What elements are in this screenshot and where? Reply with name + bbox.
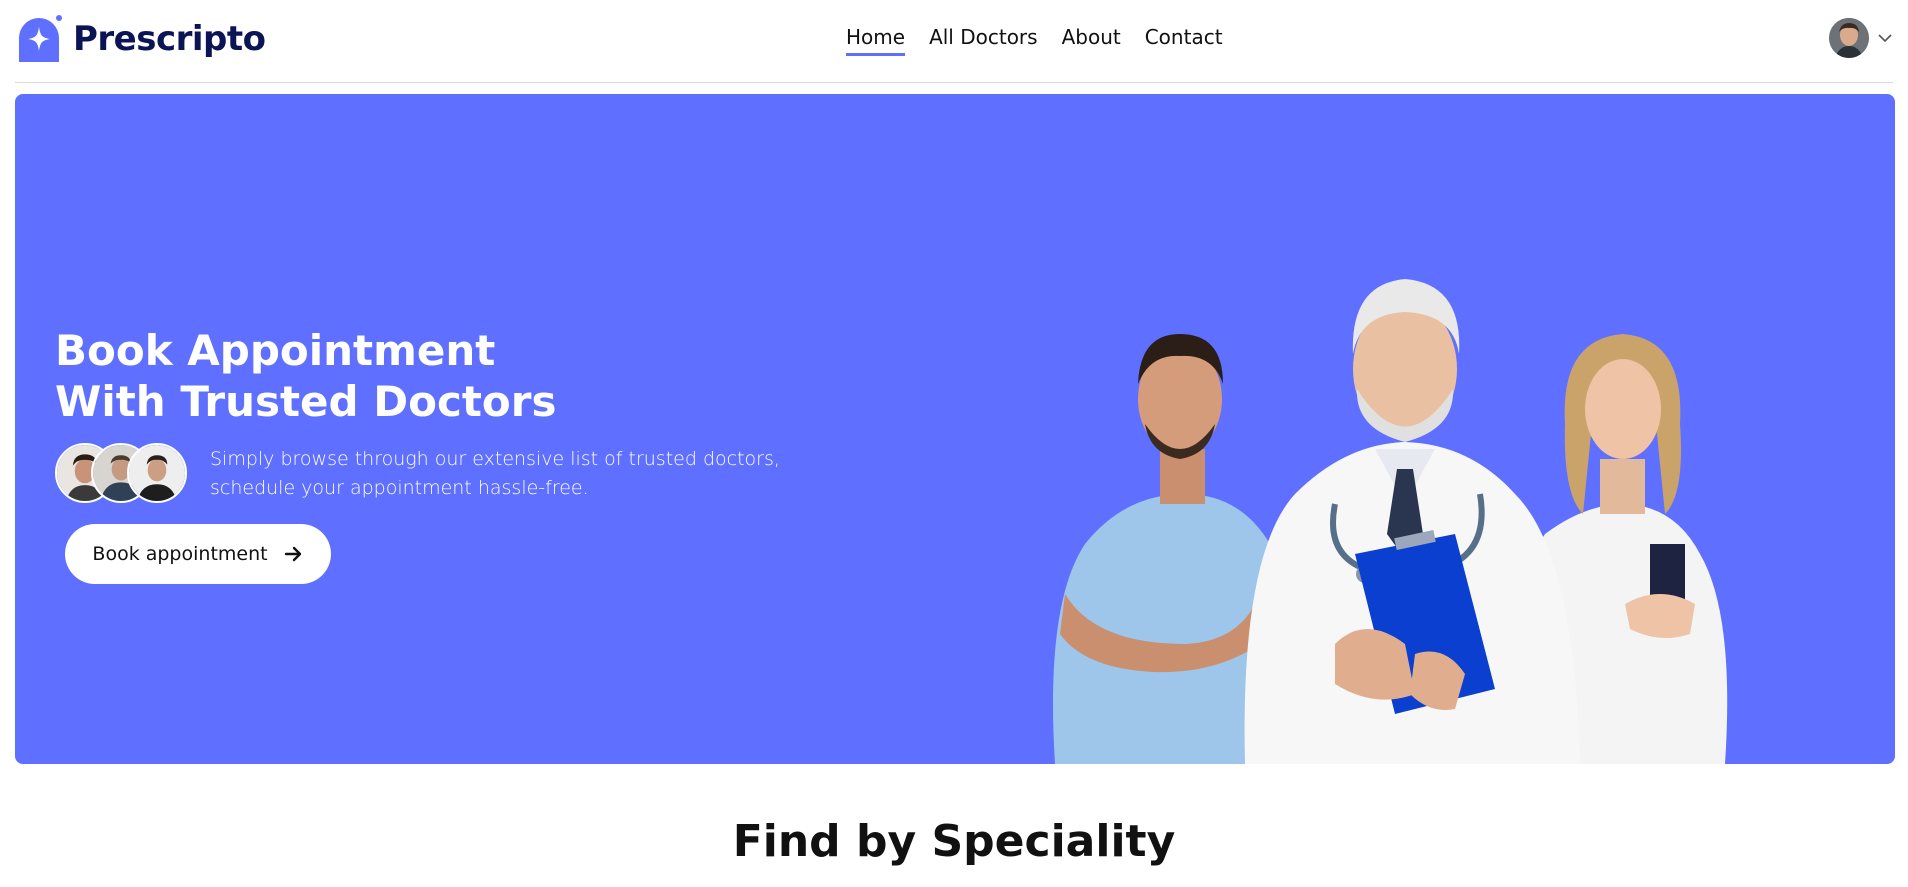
book-appointment-label: Book appointment [92, 543, 268, 565]
hero-desc-line2: schedule your appointment hassle-free. [210, 477, 589, 499]
nav-all-doctors[interactable]: All Doctors [929, 25, 1038, 56]
avatar-3 [127, 443, 187, 503]
profile-menu[interactable] [1829, 18, 1893, 58]
book-appointment-button[interactable]: Book appointment [65, 524, 331, 584]
group-profiles [55, 443, 187, 503]
hero-description: Simply browse through our extensive list… [210, 445, 780, 503]
chevron-down-icon[interactable] [1877, 30, 1893, 46]
hero-title-line1: Book Appointment [55, 326, 496, 375]
nav-links: Home All Doctors About Contact [846, 25, 1223, 56]
doctors-image [1053, 279, 1728, 764]
hero-banner: Book Appointment With Trusted Doctors Si… [15, 94, 1895, 764]
user-avatar[interactable] [1829, 18, 1869, 58]
logo-mark-icon [19, 15, 62, 62]
hero-title: Book Appointment With Trusted Doctors [55, 325, 556, 427]
nav-home[interactable]: Home [846, 25, 906, 56]
arrow-right-icon [284, 546, 301, 562]
doctor-center [1244, 279, 1580, 764]
logo[interactable]: Prescripto [15, 14, 266, 64]
hero-title-line2: With Trusted Doctors [55, 377, 557, 426]
navbar: Prescripto Home All Doctors About Contac… [15, 0, 1893, 83]
speciality-title: Find by Speciality [732, 816, 1176, 867]
brand-name: Prescripto [73, 19, 266, 59]
hero-desc-line1: Simply browse through our extensive list… [210, 448, 780, 470]
nav-contact[interactable]: Contact [1145, 25, 1223, 56]
nav-about[interactable]: About [1062, 25, 1121, 56]
